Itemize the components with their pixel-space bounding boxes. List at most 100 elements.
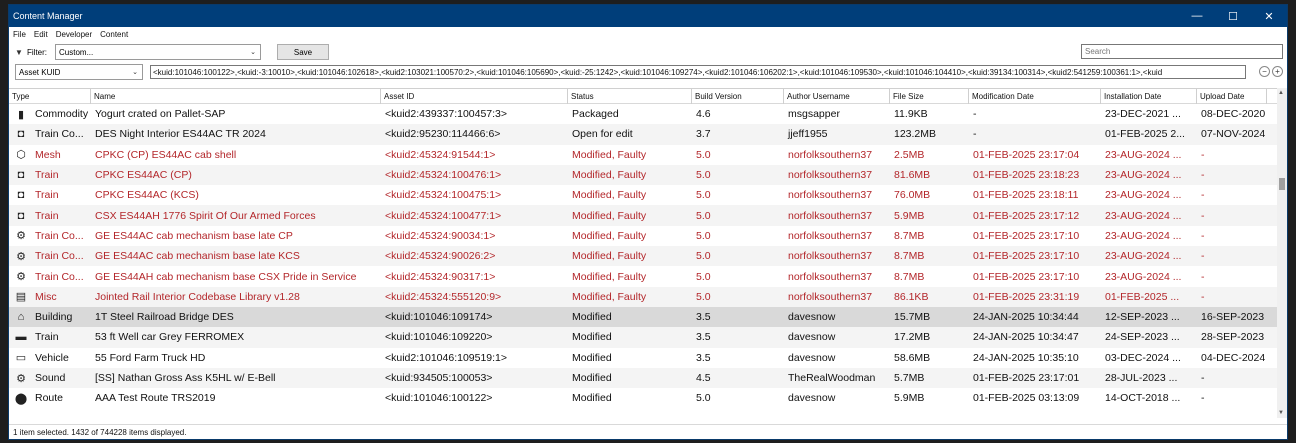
table-body: ▮ Commodity Yogurt crated on Pallet-SAP <ku… [9, 104, 1287, 408]
table-row[interactable]: ⌂ Building 1T Steel Railroad Bridge DES <ku… [9, 306, 1287, 328]
cell-upload-date: - [1197, 388, 1267, 408]
cell-status: Modified [568, 327, 692, 347]
column-build-version[interactable]: Build Version [692, 89, 784, 104]
filter-bar: ▼ Filter: Custom... ⌄ Save Search [9, 41, 1287, 63]
cell-status-text: Modified [572, 372, 612, 384]
cell-file-size-text: 86.1KB [894, 290, 929, 303]
column-type[interactable]: Type [9, 89, 91, 104]
cell-upload-date: - [1197, 206, 1267, 226]
kuid-list-input[interactable]: <kuid:101046:100122>,<kuid:-3:10010>,<ku… [150, 65, 1246, 79]
cell-type: ▭ Vehicle [9, 348, 91, 368]
scroll-thumb[interactable] [1279, 178, 1285, 190]
cell-type: ▤ Misc [9, 287, 91, 307]
scroll-down-icon[interactable]: ▼ [1278, 410, 1284, 416]
menu-developer[interactable]: Developer [56, 30, 92, 39]
table-row[interactable]: ◘ Train CPKC ES44AC (CP) <kuid2:45324:10047… [9, 164, 1287, 186]
vertical-scrollbar[interactable]: ▲ ▼ [1277, 88, 1287, 418]
cell-modification-date-text: - [973, 108, 977, 121]
cell-name: CPKC ES44AC (KCS) [91, 185, 381, 205]
table-row[interactable]: ⬡ Mesh CPKC (CP) ES44AC cab shell <kuid2:45… [9, 145, 1287, 165]
cell-modification-date: 01-FEB-2025 23:17:12 [969, 206, 1101, 226]
cell-installation-date: 23-AUG-2024 ... [1101, 165, 1197, 185]
column-file-size[interactable]: File Size [890, 89, 969, 104]
cell-name: Jointed Rail Interior Codebase Library v… [91, 287, 381, 307]
cell-asset-id: <kuid:101046:100122> [381, 388, 568, 408]
cell-file-size: 5.7MB [890, 368, 969, 388]
cell-author-text: norfolksouthern37 [788, 189, 873, 202]
cell-file-size-text: 123.2MB [894, 128, 937, 141]
column-modification-date[interactable]: Modification Date [969, 89, 1101, 104]
table-row[interactable]: ◘ Train CSX ES44AH 1776 Spirit Of Our Arme… [9, 205, 1287, 226]
cell-asset-id: <kuid2:101046:109519:1> [381, 348, 568, 368]
menu-content[interactable]: Content [100, 30, 128, 39]
cell-file-size-text: 81.6MB [894, 169, 931, 182]
cell-name-text: DES Night Interior ES44AC TR 2024 [95, 128, 266, 141]
cell-modification-date: 24-JAN-2025 10:34:47 [969, 327, 1101, 347]
cell-status-text: Modified, Faulty [572, 250, 647, 263]
cell-asset-id-text: <kuid2:45324:100475:1> [385, 189, 502, 202]
cell-asset-id-text: <kuid:101046:109174> [385, 311, 493, 324]
cell-status: Modified, Faulty [568, 226, 692, 246]
table-row[interactable]: ⚙ Train Co... GE ES44AC cab mechanism base… [9, 226, 1287, 246]
table-row[interactable]: ▮ Commodity Yogurt crated on Pallet-SAP <ku… [9, 104, 1287, 124]
cell-file-size: 17.2MB [890, 327, 969, 347]
cell-upload-date-text: - [1201, 209, 1205, 222]
cell-author: norfolksouthern37 [784, 287, 890, 307]
cell-file-size: 15.7MB [890, 307, 969, 327]
minimize-button[interactable]: — [1179, 5, 1215, 27]
table-row[interactable]: ▬ Train 53 ft Well car Grey FERROMEX <kuid:… [9, 327, 1287, 348]
column-status[interactable]: Status [568, 89, 692, 104]
table-row[interactable]: ⚙ Train Co... GE ES44AH cab mechanism base… [9, 266, 1287, 287]
gear-icon: ⚙ [16, 372, 26, 385]
table-row[interactable]: ◘ Train CPKC ES44AC (KCS) <kuid2:45324:1004… [9, 185, 1287, 205]
column-author[interactable]: Author Username [784, 89, 890, 104]
cell-asset-id: <kuid2:45324:90317:1> [381, 267, 568, 287]
cell-file-size-text: 8.7MB [894, 270, 925, 283]
close-button[interactable]: ✕ [1251, 5, 1287, 27]
add-filter-icon[interactable]: + [1272, 66, 1283, 77]
table-row[interactable]: ▭ Vehicle 55 Ford Farm Truck HD <kuid2:1010… [9, 348, 1287, 368]
cell-status-text: Modified, Faulty [572, 148, 647, 161]
cell-installation-date-text: 12-SEP-2023 ... [1105, 311, 1180, 324]
search-input[interactable]: Search [1081, 44, 1283, 59]
column-upload-date[interactable]: Upload Date [1197, 89, 1267, 104]
cell-upload-date-text: - [1201, 169, 1205, 182]
table-row[interactable]: ⚙ Train Co... GE ES44AC cab mechanism base… [9, 246, 1287, 267]
chevron-down-icon: ⌄ [132, 69, 138, 76]
cell-status: Modified [568, 388, 692, 408]
cell-file-size: 2.5MB [890, 145, 969, 165]
cell-author-text: norfolksouthern37 [788, 209, 873, 222]
kuid-mode-value: Asset KUID [19, 67, 61, 77]
table-row[interactable]: ⚙ Sound [SS] Nathan Gross Ass K5HL w/ E-Be… [9, 367, 1287, 389]
cell-status-text: Modified [572, 351, 612, 364]
cell-type: ▮ Commodity [9, 104, 91, 124]
building-icon: ⌂ [17, 311, 25, 324]
menu-edit[interactable]: Edit [34, 30, 48, 39]
kuid-filter-bar: Asset KUID ⌄ <kuid:101046:100122>,<kuid:… [9, 63, 1287, 81]
cell-upload-date-text: 07-NOV-2024 [1201, 128, 1266, 141]
column-asset-id[interactable]: Asset ID [381, 89, 568, 104]
cell-installation-date: 01-FEB-2025 ... [1101, 287, 1197, 307]
cell-type-text: Train [35, 331, 59, 344]
save-button[interactable]: Save [277, 44, 329, 60]
cell-status-text: Modified [572, 392, 612, 405]
cell-name-text: Yogurt crated on Pallet-SAP [95, 108, 226, 121]
cell-file-size-text: 5.7MB [894, 372, 925, 384]
table-row[interactable]: ⬤ Route AAA Test Route TRS2019 <kuid:101046… [9, 388, 1287, 408]
table-row[interactable]: ◘ Train Co... DES Night Interior ES44AC TR… [9, 124, 1287, 145]
cell-build-version-text: 4.6 [696, 108, 711, 121]
cell-type-text: Train Co... [35, 250, 84, 263]
table-row[interactable]: ▤ Misc Jointed Rail Interior Codebase Libr… [9, 286, 1287, 307]
cell-upload-date-text: - [1201, 229, 1205, 242]
cell-author-text: norfolksouthern37 [788, 229, 873, 242]
menu-file[interactable]: File [13, 30, 26, 39]
filter-select[interactable]: Custom... ⌄ [55, 44, 261, 60]
cell-upload-date-text: 16-SEP-2023 [1201, 311, 1265, 324]
scroll-up-icon[interactable]: ▲ [1278, 90, 1284, 96]
kuid-mode-select[interactable]: Asset KUID ⌄ [15, 64, 143, 80]
column-name[interactable]: Name [91, 89, 381, 104]
remove-filter-icon[interactable]: − [1259, 66, 1270, 77]
column-installation-date[interactable]: Installation Date [1101, 89, 1197, 104]
maximize-button[interactable]: ☐ [1215, 5, 1251, 27]
content-manager-window: Content Manager — ☐ ✕ File Edit Develope… [8, 4, 1288, 440]
